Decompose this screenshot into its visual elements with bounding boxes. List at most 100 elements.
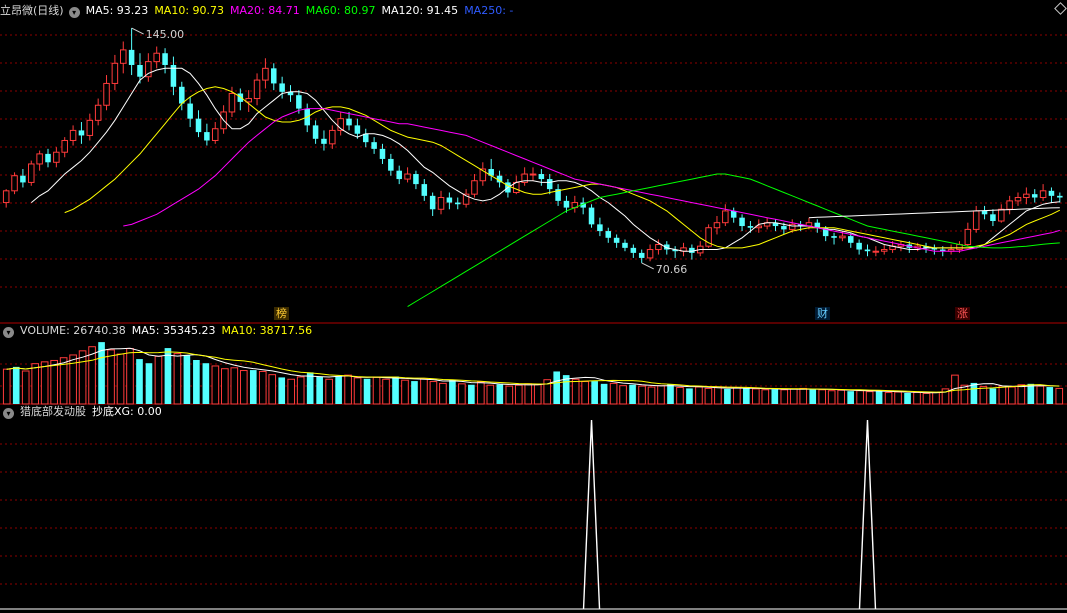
event-marker-cai[interactable]: 财: [815, 307, 830, 320]
candle-body-down: [271, 68, 277, 84]
volume-bar-up: [514, 384, 523, 405]
volume-bar-up: [884, 392, 893, 405]
volume-bar-down: [164, 348, 172, 404]
candle-body-down: [613, 237, 620, 243]
volume-bar-down: [771, 389, 779, 404]
volume-bar-up: [296, 376, 305, 405]
candle-body-up: [86, 119, 94, 136]
candle-body-up: [404, 173, 411, 180]
volume-bar-up: [1055, 387, 1064, 405]
candle-body-up: [646, 249, 654, 259]
volume-bar-up: [230, 367, 239, 405]
volume-bar-up: [789, 388, 798, 405]
volume-bar-up: [533, 384, 542, 405]
ma20-line: [123, 108, 1060, 252]
candle-body-up: [529, 173, 537, 176]
volume-bar-up: [837, 389, 845, 405]
volume-bar-down: [1027, 383, 1035, 404]
volume-bar-down: [202, 363, 210, 404]
volume-bar-down: [600, 383, 608, 404]
candle-body-down: [831, 236, 837, 238]
candle-body-up: [880, 249, 888, 252]
candle-body-down: [20, 175, 26, 183]
volume-bar-up: [856, 390, 864, 405]
candle-body-up: [119, 49, 127, 64]
volume-menu-icon[interactable]: ▾: [3, 327, 14, 338]
volume-bar-down: [667, 384, 674, 404]
volume-bar-up: [69, 354, 77, 405]
grid-lines: [0, 34, 1067, 585]
candle-body-up: [471, 180, 478, 195]
volume-bar-up: [31, 363, 40, 405]
volume-bar-down: [335, 376, 342, 404]
volume-bar-up: [211, 365, 220, 405]
volume-bar-up: [382, 378, 390, 405]
volume-bar-down: [875, 391, 883, 404]
candle-body-down: [446, 197, 453, 203]
candle-body-up: [11, 175, 18, 192]
volume-bar-up: [40, 361, 49, 405]
xg-signal-spike: [858, 419, 877, 610]
volume-bar-up: [647, 386, 656, 405]
candle-body-up: [228, 93, 236, 113]
volume-bar-up: [998, 385, 1007, 405]
signal-title: 猎底部发动股: [20, 405, 86, 418]
candle-body-up: [1006, 200, 1013, 210]
volume-bar-up: [239, 370, 248, 405]
candle-body-up: [972, 210, 980, 230]
ma10-line: [64, 86, 1061, 249]
volume-bar-up: [894, 391, 902, 405]
candle-body-up: [153, 52, 160, 63]
candle-body-down: [421, 184, 428, 196]
candle-body-down: [195, 118, 202, 133]
candle-body-up: [788, 223, 796, 230]
candle-body-up: [1039, 190, 1047, 199]
volume-bar-up: [78, 350, 87, 405]
ma-legend-item: MA10: 90.73: [154, 4, 225, 17]
volume-bar-up: [827, 390, 836, 405]
volume-bar-up: [932, 392, 940, 405]
low-pointer: [641, 262, 654, 270]
candlestick-series[interactable]: [2, 28, 1063, 263]
candle-body-down: [388, 158, 394, 171]
candle-body-down: [204, 132, 210, 141]
bottom-signal-spikes: [0, 419, 1067, 610]
volume-bar-up: [571, 378, 580, 405]
candle-body-up: [36, 153, 43, 165]
chart-canvas: 145.00 70.66: [0, 27, 1067, 610]
candle-body-down: [856, 242, 862, 250]
volume-bar-up: [458, 383, 466, 405]
ma-legend-item: MA20: 84.71: [230, 4, 300, 17]
candle-body-down: [78, 130, 85, 136]
candle-body-up: [839, 235, 846, 239]
volume-bar-down: [629, 384, 636, 404]
signal-menu-icon[interactable]: ▾: [3, 408, 14, 419]
candle-body-up: [94, 104, 102, 121]
volume-bar-down: [1046, 387, 1054, 404]
candle-body-down: [563, 200, 570, 208]
candle-body-up: [655, 244, 662, 251]
volume-bar-down: [724, 388, 731, 404]
volume-bar-up: [1008, 386, 1016, 405]
high-price-label: 145.00: [146, 28, 185, 41]
event-marker-zhang[interactable]: 涨: [955, 307, 970, 320]
volume-bar-up: [287, 378, 296, 405]
candle-body-down: [429, 195, 436, 210]
volume-bar-up: [818, 389, 827, 405]
volume-bar-up: [173, 353, 182, 405]
volume-bars[interactable]: [2, 342, 1064, 405]
candle-body-down: [237, 93, 244, 102]
candle-body-down: [128, 49, 135, 65]
event-marker-bang[interactable]: 榜: [274, 307, 289, 320]
volume-bar-up: [676, 387, 684, 405]
volume-bar-up: [619, 385, 627, 405]
candle-body-down: [137, 64, 143, 77]
panel-menu-icon[interactable]: ▾: [68, 7, 80, 18]
signal-value: 抄底XG: 0.00: [92, 405, 162, 418]
candle-body-down: [279, 83, 285, 92]
candle-body-down: [848, 236, 854, 243]
volume-bar-up: [344, 374, 352, 405]
volume-bar-up: [609, 382, 618, 405]
volume-bar-down: [193, 360, 200, 404]
volume-bar-down: [904, 393, 911, 404]
